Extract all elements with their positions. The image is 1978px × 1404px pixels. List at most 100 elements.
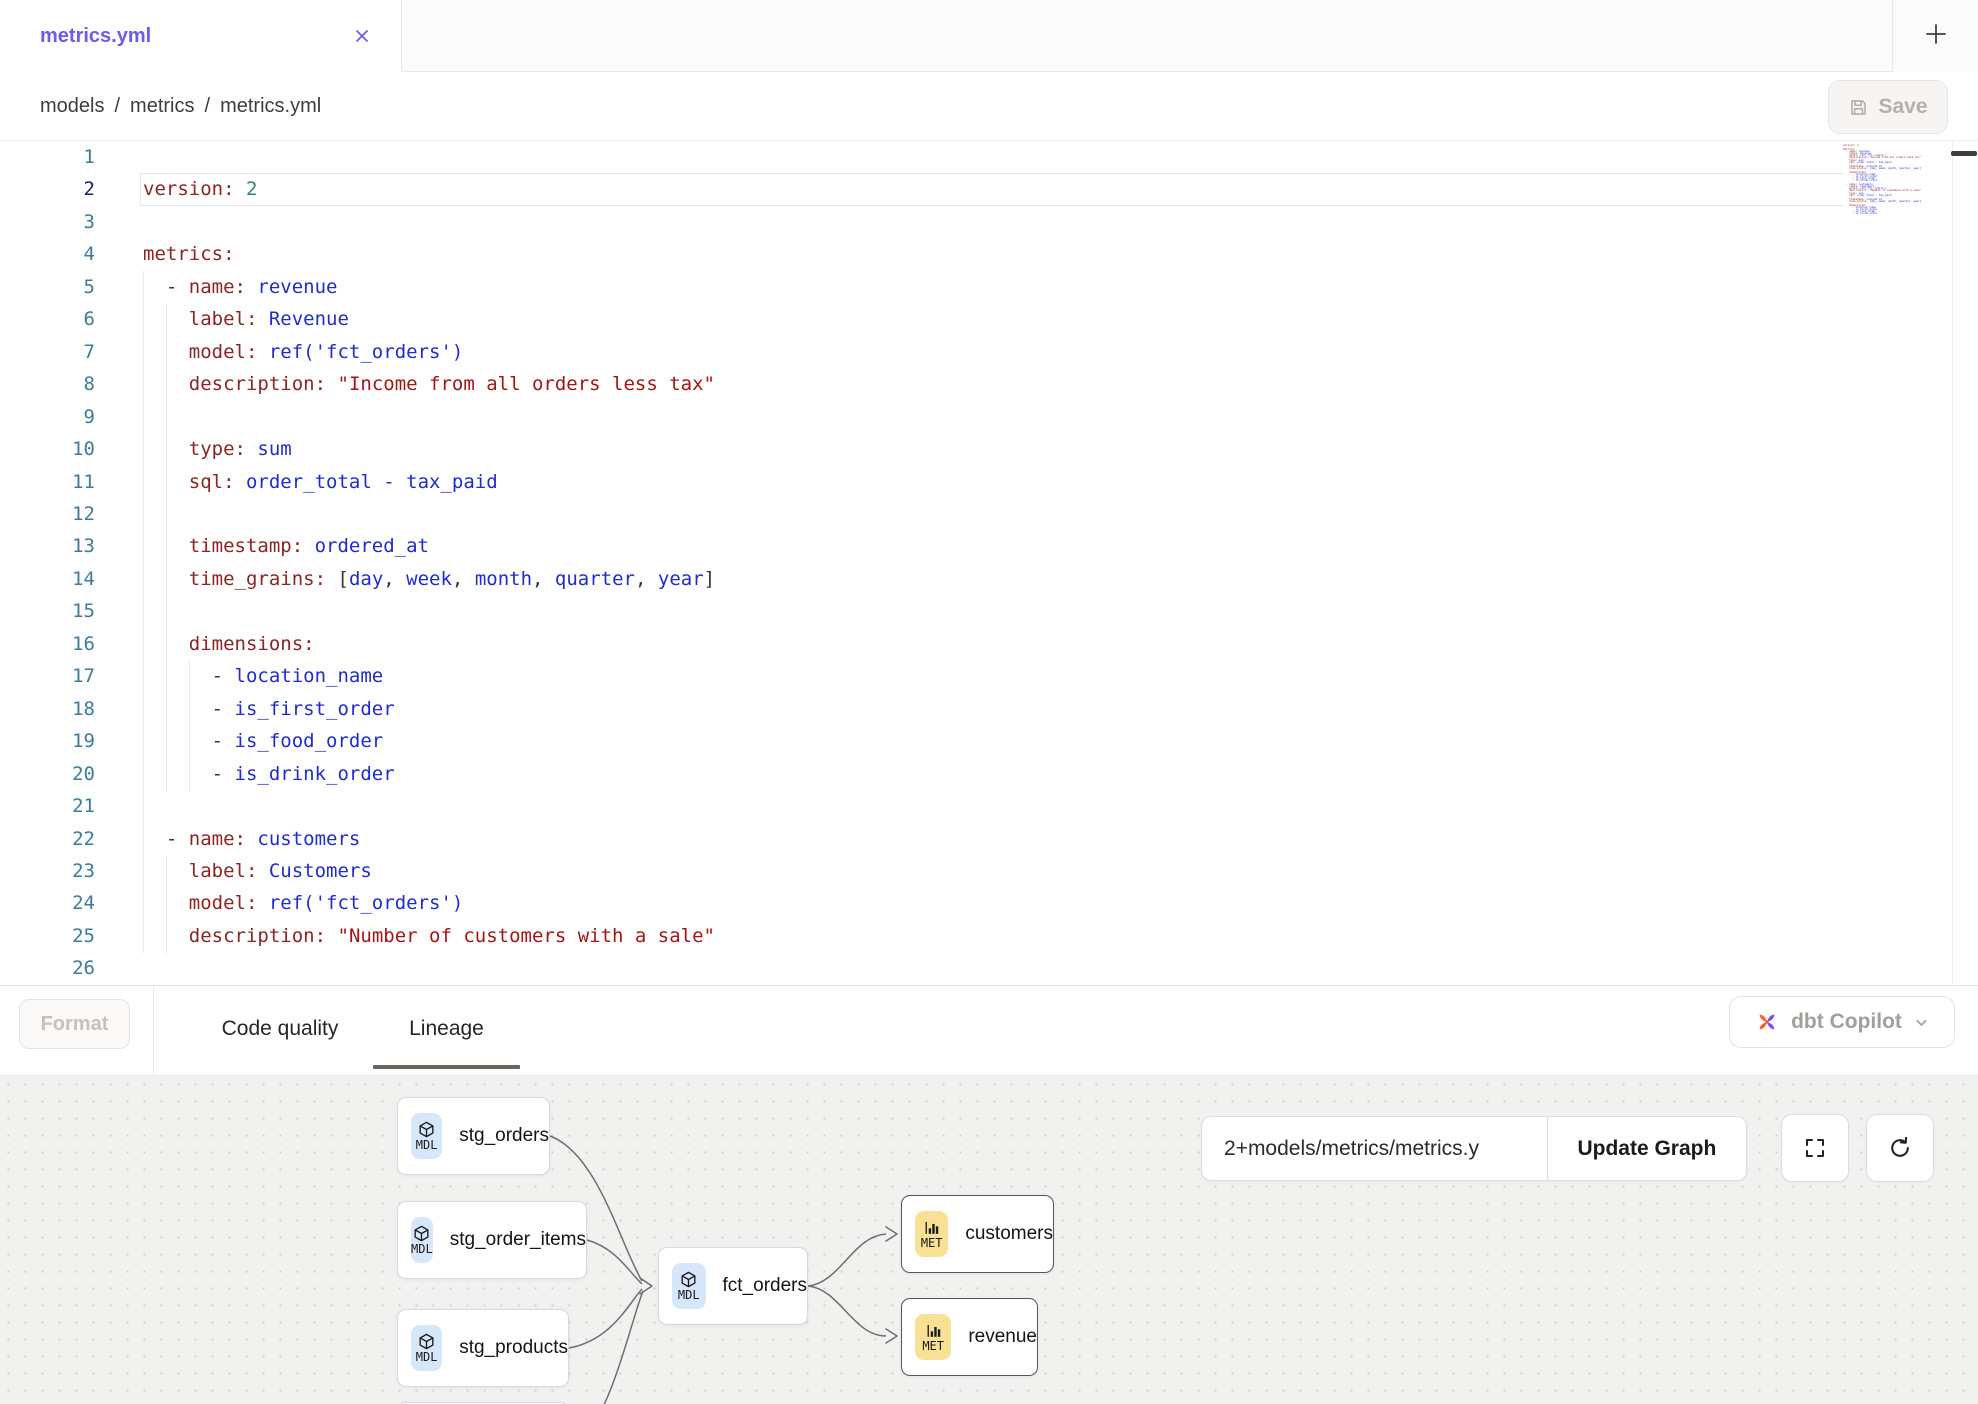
tab-label: metrics.yml xyxy=(40,25,351,48)
node-label: fct_orders xyxy=(723,1275,807,1297)
model-badge: MDL xyxy=(411,1325,442,1371)
tab-metrics-yml[interactable]: metrics.yml xyxy=(0,0,402,72)
lineage-node-fct_orders[interactable]: MDL fct_orders xyxy=(658,1247,808,1325)
minimap[interactable]: version: 2metrics: - name: revenue label… xyxy=(1843,143,1949,263)
save-button-label: Save xyxy=(1878,95,1927,119)
line-number: 7 xyxy=(0,336,95,368)
code-line[interactable]: 1 xyxy=(0,141,1978,173)
line-number: 4 xyxy=(0,238,95,270)
code-line[interactable]: 8 description: "Income from all orders l… xyxy=(0,368,1978,400)
line-number: 15 xyxy=(0,595,95,627)
line-number: 20 xyxy=(0,758,95,790)
badge-label: MDL xyxy=(678,1289,700,1302)
breadcrumb: models / metrics / metrics.yml xyxy=(40,72,321,140)
lineage-node-customers[interactable]: MET customers xyxy=(901,1195,1054,1273)
line-number: 8 xyxy=(0,368,95,400)
format-button[interactable]: Format xyxy=(19,999,130,1049)
code-line[interactable]: 3 xyxy=(0,206,1978,238)
badge-label: MET xyxy=(921,1237,943,1250)
code-line[interactable]: 5 - name: revenue xyxy=(0,271,1978,303)
code-line[interactable]: 17 - location_name xyxy=(0,660,1978,692)
code-lines: 12version: 234metrics:5 - name: revenue6… xyxy=(0,141,1978,985)
code-line[interactable]: 24 model: ref('fct_orders') xyxy=(0,887,1978,919)
refresh-button[interactable] xyxy=(1866,1114,1934,1182)
code-line[interactable]: 16 dimensions: xyxy=(0,628,1978,660)
code-line[interactable]: 4metrics: xyxy=(0,238,1978,270)
editor-scroll-handle[interactable] xyxy=(1951,151,1977,156)
cube-icon xyxy=(417,1120,436,1139)
line-number: 21 xyxy=(0,790,95,822)
model-badge: MDL xyxy=(411,1217,433,1263)
fullscreen-button[interactable] xyxy=(1781,1114,1849,1182)
code-line[interactable]: 20 - is_drink_order xyxy=(0,758,1978,790)
line-number: 14 xyxy=(0,563,95,595)
code-line[interactable]: 23 label: Customers xyxy=(0,855,1978,887)
lineage-filter-group: Update Graph xyxy=(1201,1116,1747,1181)
line-number: 22 xyxy=(0,823,95,855)
close-icon[interactable] xyxy=(351,25,373,47)
node-label: stg_order_items xyxy=(450,1229,586,1251)
code-line[interactable]: 15 xyxy=(0,595,1978,627)
code-line[interactable]: 14 time_grains: [day, week, month, quart… xyxy=(0,563,1978,595)
line-number: 5 xyxy=(0,271,95,303)
model-badge: MDL xyxy=(411,1113,442,1159)
line-number: 25 xyxy=(0,920,95,952)
dbt-copilot-button[interactable]: dbt Copilot xyxy=(1729,996,1955,1048)
lineage-node-revenue[interactable]: MET revenue xyxy=(901,1298,1038,1376)
new-tab-button[interactable] xyxy=(1892,0,1978,72)
lineage-node-stg_orders[interactable]: MDLstg_orders xyxy=(397,1097,550,1175)
lineage-canvas[interactable]: MDLstg_ordersMDLstg_order_itemsMDLstg_pr… xyxy=(0,1075,1978,1404)
panel-divider xyxy=(153,986,154,1075)
update-graph-button[interactable]: Update Graph xyxy=(1547,1117,1746,1180)
line-number: 10 xyxy=(0,433,95,465)
line-number: 12 xyxy=(0,498,95,530)
refresh-icon xyxy=(1887,1135,1913,1161)
code-line[interactable]: 10 type: sum xyxy=(0,433,1978,465)
breadcrumb-models[interactable]: models xyxy=(40,95,104,118)
code-line[interactable]: 22 - name: customers xyxy=(0,823,1978,855)
code-line[interactable]: 18 - is_first_order xyxy=(0,693,1978,725)
bottom-panel-bar: Format Code quality Lineage dbt Copilot xyxy=(0,985,1978,1075)
code-line[interactable]: 2version: 2 xyxy=(0,173,1978,205)
code-line[interactable]: 21 xyxy=(0,790,1978,822)
lineage-node-stg_order_items[interactable]: MDL stg_order_items xyxy=(397,1201,587,1279)
code-line[interactable]: 12 xyxy=(0,498,1978,530)
line-number: 26 xyxy=(0,952,95,984)
line-number: 17 xyxy=(0,660,95,692)
code-line[interactable]: 7 model: ref('fct_orders') xyxy=(0,336,1978,368)
node-label: customers xyxy=(965,1223,1053,1245)
code-line[interactable]: 19 - is_food_order xyxy=(0,725,1978,757)
lineage-filter-input[interactable] xyxy=(1202,1117,1547,1180)
node-label: stg_products xyxy=(459,1337,568,1359)
line-number: 1 xyxy=(0,141,95,173)
code-line[interactable]: 9 xyxy=(0,401,1978,433)
breadcrumb-separator: / xyxy=(205,95,211,118)
code-line[interactable]: 26 xyxy=(0,952,1978,984)
breadcrumb-file[interactable]: metrics.yml xyxy=(220,95,321,118)
line-number: 2 xyxy=(0,173,95,205)
bar-chart-icon xyxy=(924,1321,943,1340)
line-number: 6 xyxy=(0,303,95,335)
badge-label: MDL xyxy=(416,1351,438,1364)
lineage-node-stg_products[interactable]: MDL stg_products xyxy=(397,1309,569,1387)
path-bar: models / metrics / metrics.yml Save xyxy=(0,72,1978,141)
node-label: revenue xyxy=(968,1326,1037,1348)
code-line[interactable]: 13 timestamp: ordered_at xyxy=(0,530,1978,562)
chevron-down-icon xyxy=(1913,1014,1930,1031)
tab-lineage[interactable]: Lineage xyxy=(373,986,520,1071)
line-number: 23 xyxy=(0,855,95,887)
save-button[interactable]: Save xyxy=(1828,80,1948,134)
breadcrumb-metrics[interactable]: metrics xyxy=(130,95,194,118)
code-line[interactable]: 11 sql: order_total - tax_paid xyxy=(0,466,1978,498)
tab-code-quality[interactable]: Code quality xyxy=(200,986,360,1071)
metric-badge: MET xyxy=(915,1314,951,1360)
breadcrumb-separator: / xyxy=(114,95,120,118)
ide-window: metrics.yml models / metrics / metrics.y… xyxy=(0,0,1978,1404)
line-number: 24 xyxy=(0,887,95,919)
code-line[interactable]: 6 label: Revenue xyxy=(0,303,1978,335)
code-line[interactable]: 25 description: "Number of customers wit… xyxy=(0,920,1978,952)
badge-label: MDL xyxy=(416,1139,438,1152)
metric-badge: MET xyxy=(915,1211,948,1257)
code-editor[interactable]: 12version: 234metrics:5 - name: revenue6… xyxy=(0,141,1978,985)
dbt-logo-icon xyxy=(1754,1009,1780,1035)
